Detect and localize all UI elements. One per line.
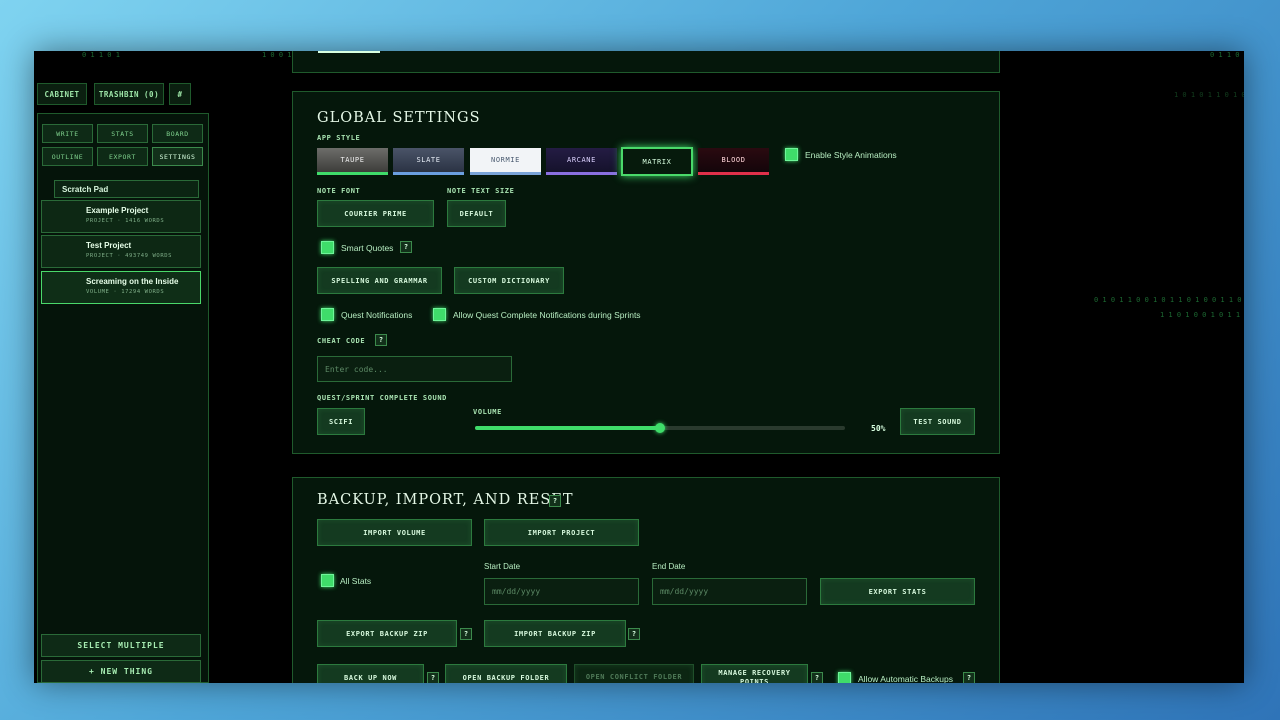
item-name: Test Project [86,241,132,250]
smart-quotes-checkbox[interactable] [321,241,334,254]
tab-export[interactable]: EXPORT [97,147,148,166]
open-backup-folder-button[interactable]: OPEN BACKUP FOLDER [445,664,567,683]
tab-stats[interactable]: STATS [97,124,148,143]
sidebar-item-screaming-on-the-inside[interactable]: Screaming on the Inside VOLUME · 17294 W… [41,271,201,304]
app-window: 0 1 1 0 1 1 0 0 1 1 0 1 0 1 1 0 1 0 0 1 … [34,51,1244,683]
item-meta: PROJECT · 493749 WORDS [86,253,173,259]
allow-quest-complete-label: Allow Quest Complete Notifications durin… [453,310,641,320]
style-animations-label: Enable Style Animations [805,150,897,160]
sidebar-item-example-project[interactable]: Example Project PROJECT · 1416 WORDS [41,200,201,233]
export-stats-button[interactable]: EXPORT STATS [820,578,975,605]
import-project-button[interactable]: IMPORT PROJECT [484,519,639,546]
all-stats-label: All Stats [340,576,372,586]
spelling-grammar-button[interactable]: SPELLING AND GRAMMAR [317,267,442,294]
volume-slider-thumb[interactable] [655,423,665,433]
tab-outline[interactable]: OUTLINE [42,147,93,166]
smart-quotes-help-icon[interactable]: ? [400,241,412,253]
tab-board[interactable]: BOARD [152,124,203,143]
open-conflict-folder-button[interactable]: OPEN CONFLICT FOLDER [574,664,694,683]
style-arcane-button[interactable]: ARCANE [546,148,617,175]
note-text-size-select[interactable]: DEFAULT [447,200,506,227]
export-backup-zip-button[interactable]: EXPORT BACKUP ZIP [317,620,457,647]
style-matrix-button[interactable]: MATRIX [621,147,693,176]
note-font-select[interactable]: COURIER PRIME [317,200,434,227]
allow-automatic-backups-checkbox[interactable] [838,672,851,683]
end-date-input[interactable]: mm/dd/yyyy [652,578,807,605]
scratch-pad[interactable]: Scratch Pad [54,180,199,198]
cheat-code-label: CHEAT CODE [317,337,366,345]
quest-notifications-label: Quest Notifications [341,310,413,320]
select-multiple-button[interactable]: SELECT MULTIPLE [41,634,201,657]
item-meta: VOLUME · 17294 WORDS [86,289,165,295]
custom-dictionary-button[interactable]: CUSTOM DICTIONARY [454,267,564,294]
item-name: Screaming on the Inside [86,277,179,286]
volume-value: 50% [871,424,886,433]
volume-label: VOLUME [473,408,502,416]
style-normie-button[interactable]: NORMIE [470,148,541,175]
backup-title: BACKUP, IMPORT, AND RESET [317,492,574,508]
new-thing-button[interactable]: + NEW THING [41,660,201,683]
backup-help-icon[interactable]: ? [549,495,561,507]
matrix-rain: 1 0 1 0 1 1 0 1 0 0 1 0 1 1 0 1 0 1 0 1 … [1174,91,1244,99]
sound-label: QUEST/SPRINT COMPLETE SOUND [317,394,447,402]
trashbin-button[interactable]: TRASHBIN (0) [94,83,164,105]
tab-write[interactable]: WRITE [42,124,93,143]
cheat-code-help-icon[interactable]: ? [375,334,387,346]
style-slate-button[interactable]: SLATE [393,148,464,175]
automatic-backups-help-icon[interactable]: ? [963,672,975,683]
style-animations-checkbox[interactable] [785,148,798,161]
import-volume-button[interactable]: IMPORT VOLUME [317,519,472,546]
sidebar-item-test-project[interactable]: Test Project PROJECT · 493749 WORDS [41,235,201,268]
item-meta: PROJECT · 1416 WORDS [86,218,165,224]
style-taupe-button[interactable]: TAUPE [317,148,388,175]
matrix-rain: 1 1 0 1 0 0 1 0 1 1 0 1 0 1 0 0 1 1 0 1 … [1160,311,1241,319]
back-up-now-button[interactable]: BACK UP NOW [317,664,424,683]
volume-slider-fill [475,426,660,430]
matrix-rain: 0 1 1 0 1 0 1 0 0 1 1 0 1 0 1 1 0 0 1 0 … [1210,51,1244,59]
import-backup-help-icon[interactable]: ? [628,628,640,640]
back-up-now-help-icon[interactable]: ? [427,672,439,683]
page-title: GLOBAL SETTINGS [317,110,481,126]
allow-quest-complete-checkbox[interactable] [433,308,446,321]
volume-slider-track[interactable] [475,423,845,433]
all-stats-checkbox[interactable] [321,574,334,587]
global-settings-panel: GLOBAL SETTINGS APP STYLE TAUPE SLATE NO… [292,91,1000,454]
test-sound-button[interactable]: TEST SOUND [900,408,975,435]
start-date-input[interactable]: mm/dd/yyyy [484,578,639,605]
end-date-label: End Date [652,562,686,571]
backup-panel: BACKUP, IMPORT, AND RESET ? IMPORT VOLUM… [292,477,1000,683]
start-date-label: Start Date [484,562,521,571]
matrix-rain: 1 0 0 1 1 0 1 0 1 1 0 1 0 0 1 1 0 1 0 1 … [262,51,646,59]
previous-panel-edge [292,51,1000,73]
scroll-indicator [318,51,380,53]
sidebar: WRITE STATS BOARD OUTLINE EXPORT SETTING… [37,113,209,683]
item-name: Example Project [86,206,149,215]
style-blood-button[interactable]: BLOOD [698,148,769,175]
tab-settings[interactable]: SETTINGS [152,147,203,166]
cheat-code-input[interactable]: Enter code... [317,356,512,382]
quest-notifications-checkbox[interactable] [321,308,334,321]
sound-select[interactable]: SCIFI [317,408,365,435]
app-style-label: APP STYLE [317,134,361,142]
matrix-rain: 0 1 0 1 1 0 0 1 0 1 1 0 1 0 0 1 1 0 1 0 … [1094,296,1242,304]
note-text-size-label: NOTE TEXT SIZE [447,187,515,195]
allow-automatic-backups-label: Allow Automatic Backups [858,674,953,683]
sidebar-tabs: WRITE STATS BOARD OUTLINE EXPORT SETTING… [42,124,203,166]
manage-recovery-points-button[interactable]: MANAGE RECOVERY POINTS [701,664,808,683]
export-backup-help-icon[interactable]: ? [460,628,472,640]
recovery-points-help-icon[interactable]: ? [811,672,823,683]
note-font-label: NOTE FONT [317,187,361,195]
cabinet-button[interactable]: CABINET [37,83,87,105]
import-backup-zip-button[interactable]: IMPORT BACKUP ZIP [484,620,626,647]
hash-button[interactable]: # [169,83,191,105]
smart-quotes-label: Smart Quotes [341,243,394,253]
